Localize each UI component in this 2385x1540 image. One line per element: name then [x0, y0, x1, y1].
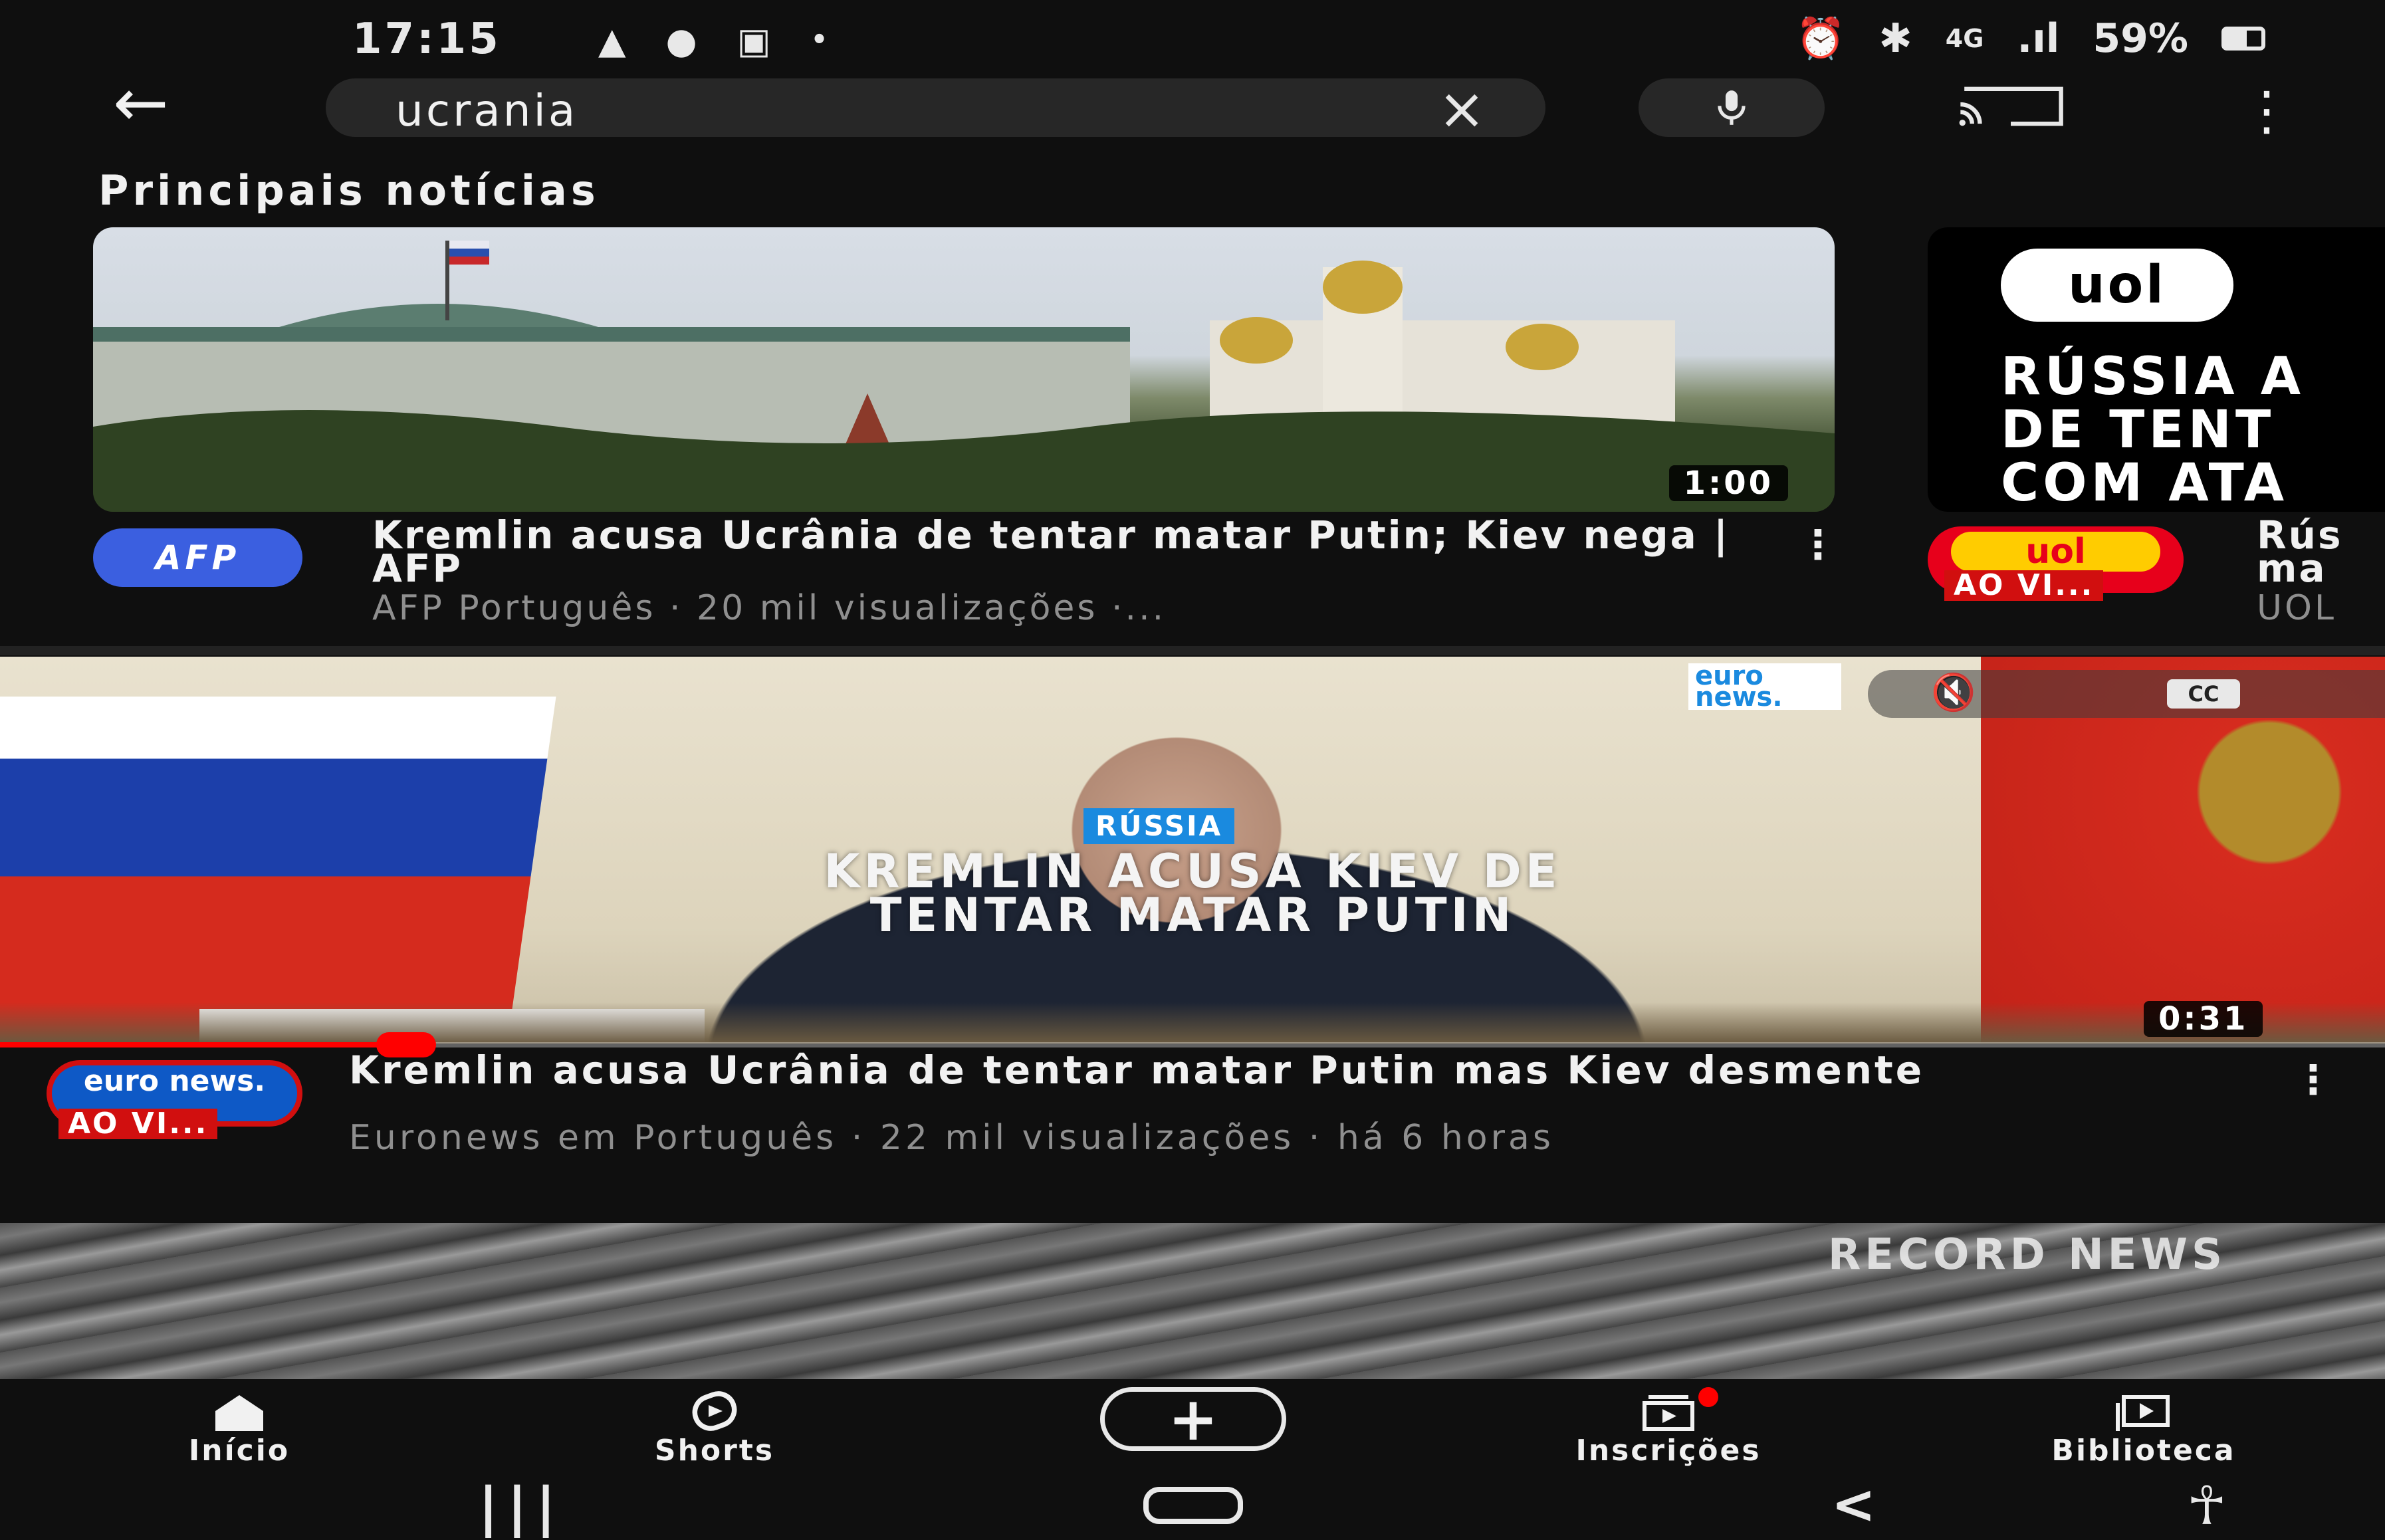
gallery-icon: ▣: [737, 20, 771, 62]
battery-icon: [2221, 26, 2265, 51]
video-meta: Euronews em Português · 22 mil visualiza…: [349, 1118, 1554, 1158]
create-button[interactable]: +: [1100, 1384, 1286, 1454]
video-thumbnail[interactable]: 1:00: [93, 227, 1835, 512]
create-icon: +: [1168, 1384, 1218, 1454]
notification-icons: ▲ ● ▣ •: [598, 20, 828, 62]
home-button-icon[interactable]: [1143, 1487, 1243, 1524]
network-icon: 4G: [1945, 23, 1984, 53]
desk: [0, 1002, 2385, 1044]
news-tag: RÚSSIA: [1083, 808, 1235, 844]
shorts-icon: [692, 1391, 737, 1431]
signal-icon: .ıl: [2017, 15, 2060, 62]
status-right: ⏰ ✱ 4G .ıl 59%: [1796, 15, 2265, 62]
video-thumbnail-next[interactable]: RECORD NEWS: [0, 1223, 2385, 1379]
video-more-icon[interactable]: ⋮: [1798, 522, 1838, 568]
messenger-icon: ●: [665, 20, 697, 62]
microphone-icon: [1718, 90, 1746, 125]
more-options-icon[interactable]: ⋮: [2240, 80, 2293, 142]
recent-apps-icon[interactable]: |||: [479, 1476, 565, 1538]
notification-dot: [1698, 1387, 1718, 1407]
nav-label-home: Início: [188, 1434, 290, 1468]
uol-logo: uol: [2001, 249, 2233, 322]
video-title[interactable]: Kremlin acusa Ucrânia de tentar matar Pu…: [372, 516, 1755, 588]
video-duration: 1:00: [1668, 465, 1788, 501]
video-overlay-text: KREMLIN ACUSA KIEV DE TENTAR MATAR PUTIN: [0, 844, 2385, 942]
voice-search-button[interactable]: [1639, 78, 1825, 137]
video-title-uol[interactable]: Rús ma: [2257, 516, 2342, 588]
overlay-line-2: TENTAR MATAR PUTIN: [869, 888, 1516, 942]
player-duration: 0:31: [2144, 1001, 2263, 1037]
subscriptions-icon: [1643, 1395, 1694, 1431]
live-badge: AO VI...: [58, 1109, 218, 1139]
navigation-icon: ▲: [598, 20, 626, 62]
record-news-watermark: RECORD NEWS: [1828, 1230, 2227, 1279]
alarm-icon: ⏰: [1795, 15, 1846, 62]
clear-search-icon[interactable]: ×: [1438, 76, 1486, 142]
nav-library[interactable]: Biblioteca: [1978, 1391, 2310, 1468]
euronews-avatar-logo: euro news.: [83, 1064, 266, 1098]
video-meta: AFP Português · 20 mil visualizações ·..…: [372, 588, 1167, 628]
cast-icon[interactable]: [1951, 85, 2071, 128]
accessibility-icon[interactable]: ☥: [2187, 1475, 2227, 1537]
home-icon: [215, 1395, 263, 1431]
divider: [0, 646, 2385, 655]
nav-home[interactable]: Início: [73, 1391, 405, 1468]
mute-icon[interactable]: 🔇: [1931, 671, 1976, 714]
uol-avatar-logo: uol: [1951, 532, 2160, 572]
captions-button[interactable]: CC: [2167, 679, 2240, 709]
library-icon: [2116, 1395, 2170, 1431]
search-box[interactable]: ucrania ×: [326, 76, 1545, 142]
kremlin-thumbnail-art: [93, 241, 1835, 512]
section-title: Principais notícias: [98, 166, 600, 215]
player-controls: 🔇 CC: [1868, 670, 2385, 718]
more-notifications-icon: •: [810, 25, 828, 55]
nav-shorts[interactable]: Shorts: [548, 1391, 881, 1468]
system-navigation: ||| < ☥: [0, 1474, 2385, 1540]
progress-fill: [0, 1042, 396, 1047]
video-meta-uol: UOL: [2257, 588, 2336, 628]
nav-label-shorts: Shorts: [654, 1434, 775, 1468]
nav-subscriptions[interactable]: Inscrições: [1502, 1391, 1835, 1468]
overlay-line-1: KREMLIN ACUSA KIEV DE: [824, 844, 1561, 899]
nav-label-library: Biblioteca: [2051, 1434, 2236, 1468]
status-time: 17:15: [352, 15, 501, 64]
euronews-watermark: euro news.: [1688, 663, 1841, 711]
search-input[interactable]: ucrania: [396, 85, 578, 136]
nav-label-subscriptions: Inscrições: [1575, 1434, 1761, 1468]
video-player[interactable]: euro news. 🔇 CC RÚSSIA KREMLIN ACUSA KIE…: [0, 657, 2385, 1044]
live-badge: AO VI...: [1944, 570, 2104, 601]
bluetooth-icon: ✱: [1878, 15, 1912, 62]
video-thumbnail-uol[interactable]: uol RÚSSIA A DE TENT COM ATA: [1928, 227, 2385, 512]
video-more-icon[interactable]: ⋮: [2293, 1057, 2333, 1103]
back-button-icon[interactable]: <: [1831, 1474, 1876, 1535]
bottom-navigation: Início Shorts + Inscrições Biblioteca: [0, 1379, 2385, 1479]
back-arrow-icon[interactable]: ←: [113, 70, 169, 136]
status-bar: 17:15 ▲ ● ▣ • ⏰ ✱ 4G .ıl 59%: [0, 0, 2385, 73]
battery-percent: 59%: [2093, 15, 2188, 62]
thumbnail-headline: RÚSSIA A DE TENT COM ATA: [2001, 347, 2305, 512]
video-title[interactable]: Kremlin acusa Ucrânia de tentar matar Pu…: [349, 1051, 2277, 1089]
channel-avatar-afp[interactable]: AFP: [93, 528, 302, 587]
